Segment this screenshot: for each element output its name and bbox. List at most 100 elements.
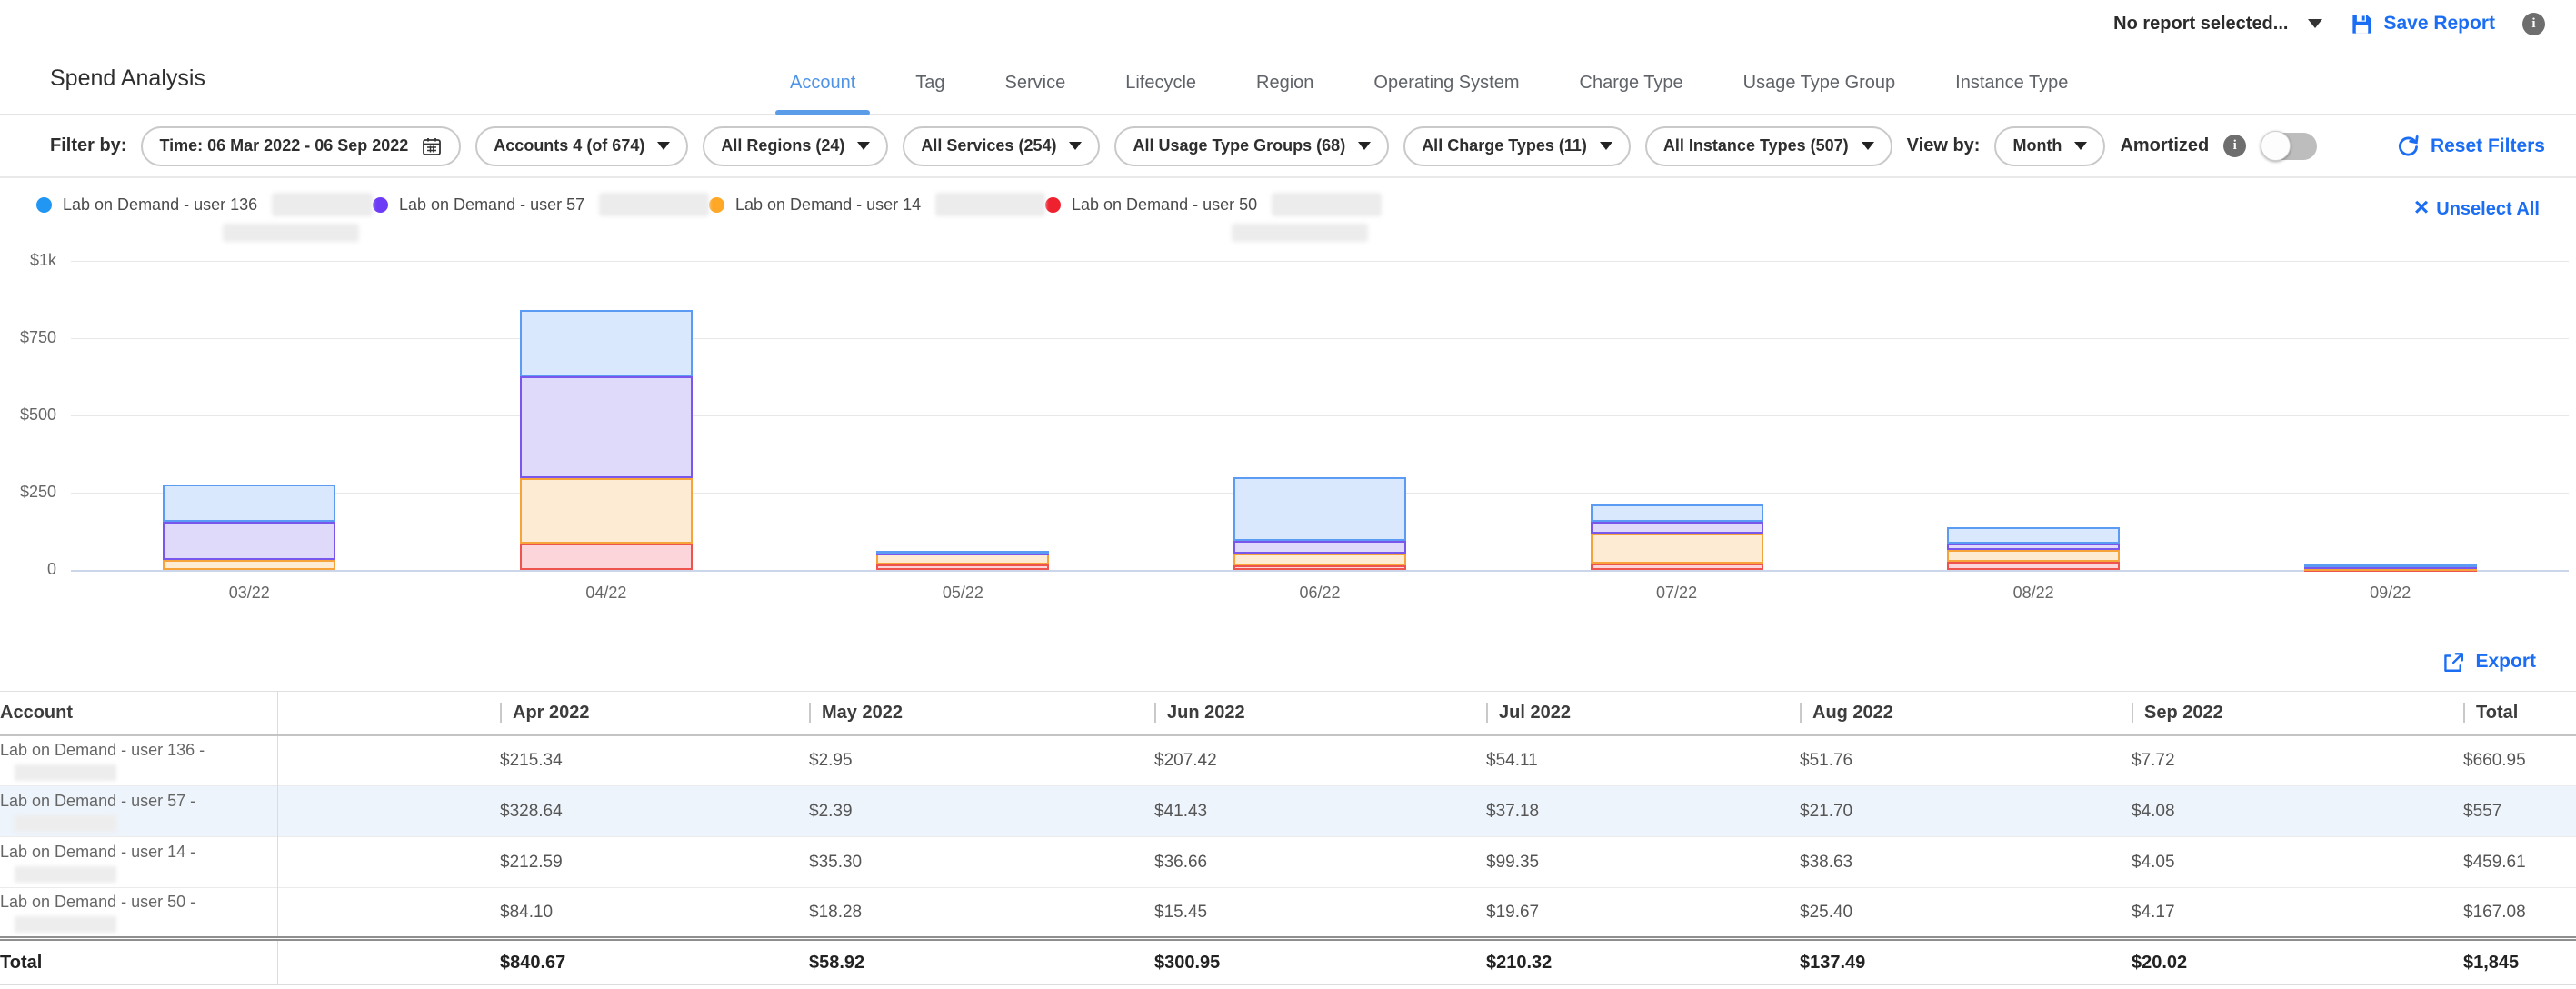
bar-segment[interactable] [1947, 550, 2120, 562]
value-cell: $4.05 [2132, 837, 2463, 888]
bar-segment[interactable] [1233, 554, 1406, 564]
bar-segment[interactable] [1591, 564, 1763, 570]
bar-segment[interactable] [520, 544, 693, 570]
filter-pill-label: Time: 06 Mar 2022 - 06 Sep 2022 [159, 136, 408, 155]
bar-segment[interactable] [1233, 541, 1406, 554]
tab-service[interactable]: Service [1002, 73, 1070, 114]
legend-item[interactable]: Lab on Demand - user 57 [373, 193, 709, 242]
redacted-text [15, 815, 116, 832]
reset-filters-button[interactable]: Reset Filters [2396, 135, 2545, 158]
total-value-cell: $210.32 [1486, 939, 1800, 985]
tab-charge-type[interactable]: Charge Type [1576, 73, 1687, 114]
filter-pill-label: All Charge Types (11) [1422, 136, 1587, 155]
info-icon[interactable] [2522, 13, 2545, 35]
x-axis-label: 05/22 [899, 584, 1026, 603]
column-spacer [277, 692, 500, 735]
bar-segment[interactable] [2304, 564, 2477, 567]
filter-pill[interactable]: All Usage Type Groups (68) [1114, 126, 1389, 166]
filter-pill[interactable]: Accounts 4 (of 674) [475, 126, 688, 166]
y-axis-label: $750 [0, 328, 56, 347]
value-cell: $51.76 [1800, 735, 2132, 786]
tab-account[interactable]: Account [786, 73, 859, 114]
column-tick [1800, 703, 1802, 723]
table-row[interactable]: Lab on Demand - user 136 -$215.34$2.95$2… [0, 735, 2576, 786]
tab-region[interactable]: Region [1253, 73, 1317, 114]
column-header: Total [2463, 692, 2576, 735]
legend-line: Lab on Demand - user 14 [709, 193, 1045, 216]
export-row: Export [0, 632, 2576, 691]
gridline [71, 338, 2569, 339]
account-cell: Lab on Demand - user 14 - [0, 837, 277, 888]
value-cell: $38.63 [1800, 837, 2132, 888]
column-header: Aug 2022 [1800, 692, 2132, 735]
column-header: May 2022 [809, 692, 1154, 735]
toggle-knob [2261, 131, 2291, 161]
column-header-label: Apr 2022 [513, 703, 590, 723]
bar-segment[interactable] [1591, 522, 1763, 534]
value-cell: $4.08 [2132, 786, 2463, 837]
tab-usage-type-group[interactable]: Usage Type Group [1740, 73, 1900, 114]
y-axis-label: $500 [0, 405, 56, 425]
bar-segment[interactable] [1947, 544, 2120, 550]
filter-pill[interactable]: All Services (254) [903, 126, 1100, 166]
filter-pill[interactable]: Time: 06 Mar 2022 - 06 Sep 2022 [141, 126, 461, 166]
redacted-text [15, 916, 116, 933]
amortized-toggle[interactable] [2261, 133, 2317, 160]
view-by-dropdown[interactable]: Month [1994, 126, 2105, 166]
report-selector-dropdown[interactable]: No report selected... [2113, 14, 2322, 35]
bar-segment[interactable] [163, 560, 335, 570]
column-tick [1486, 703, 1488, 723]
legend-item[interactable]: Lab on Demand - user 136 [36, 193, 373, 242]
filter-pill-label: All Instance Types (507) [1663, 136, 1849, 155]
table-row[interactable]: Lab on Demand - user 14 - $212.59$35.30 $3… [0, 837, 2576, 888]
legend: Lab on Demand - user 136Lab on Demand - … [0, 178, 2576, 255]
unselect-all-button[interactable]: Unselect All [2414, 198, 2540, 221]
value-cell: $212.59 [500, 837, 809, 888]
bar-segment[interactable] [520, 376, 693, 478]
tab-tag[interactable]: Tag [912, 73, 948, 114]
export-button[interactable]: Export [2441, 650, 2536, 674]
save-report-label: Save Report [2383, 13, 2495, 35]
bar-segment[interactable] [1233, 565, 1406, 570]
legend-dot-icon [373, 197, 388, 213]
chevron-down-icon [1069, 142, 1082, 150]
spend-table: AccountApr 2022May 2022Jun 2022Jul 2022A… [0, 691, 2576, 985]
column-header: Apr 2022 [500, 692, 809, 735]
legend-item[interactable]: Lab on Demand - user 14 [709, 193, 1045, 242]
chevron-down-icon [2074, 142, 2087, 150]
chevron-down-icon [2308, 19, 2322, 28]
filter-pill[interactable]: All Charge Types (11) [1403, 126, 1631, 166]
bar-segment[interactable] [1591, 534, 1763, 564]
tab-lifecycle[interactable]: Lifecycle [1122, 73, 1200, 114]
gridline [71, 261, 2569, 262]
total-value-cell: $300.95 [1154, 939, 1486, 985]
column-tick [2463, 703, 2465, 723]
bar-segment[interactable] [520, 478, 693, 544]
bar-segment[interactable] [163, 485, 335, 522]
spacer-cell [277, 735, 500, 786]
save-report-button[interactable]: Save Report [2350, 12, 2495, 36]
table-row[interactable]: Lab on Demand - user 50 -$84.10$18.28$15… [0, 888, 2576, 939]
reset-filters-label: Reset Filters [2431, 135, 2545, 157]
tab-instance-type[interactable]: Instance Type [1952, 73, 2072, 114]
account-name: Lab on Demand - user 50 - [0, 893, 277, 912]
value-cell: $35.30 [809, 837, 1154, 888]
amortized-info-icon[interactable] [2223, 135, 2246, 157]
table-body: Lab on Demand - user 136 -$215.34$2.95$2… [0, 735, 2576, 985]
bar-segment[interactable] [1591, 504, 1763, 521]
bar-segment[interactable] [1947, 527, 2120, 544]
filter-pill[interactable]: All Regions (24) [703, 126, 888, 166]
tab-operating-system[interactable]: Operating System [1370, 73, 1523, 114]
bar-segment[interactable] [163, 522, 335, 559]
bar-segment[interactable] [876, 564, 1049, 570]
bar-segment[interactable] [1233, 477, 1406, 542]
legend-item[interactable]: Lab on Demand - user 50 [1045, 193, 1382, 242]
table-row[interactable]: Lab on Demand - user 57 -$328.64$2.39$41… [0, 786, 2576, 837]
account-cell: Lab on Demand - user 50 - [0, 888, 277, 939]
bar-segment[interactable] [520, 310, 693, 376]
filter-pill[interactable]: All Instance Types (507) [1645, 126, 1892, 166]
bar-segment[interactable] [876, 551, 1049, 554]
column-header-label: Sep 2022 [2144, 703, 2223, 723]
bar-segment[interactable] [1947, 562, 2120, 570]
value-cell: $54.11 [1486, 735, 1800, 786]
